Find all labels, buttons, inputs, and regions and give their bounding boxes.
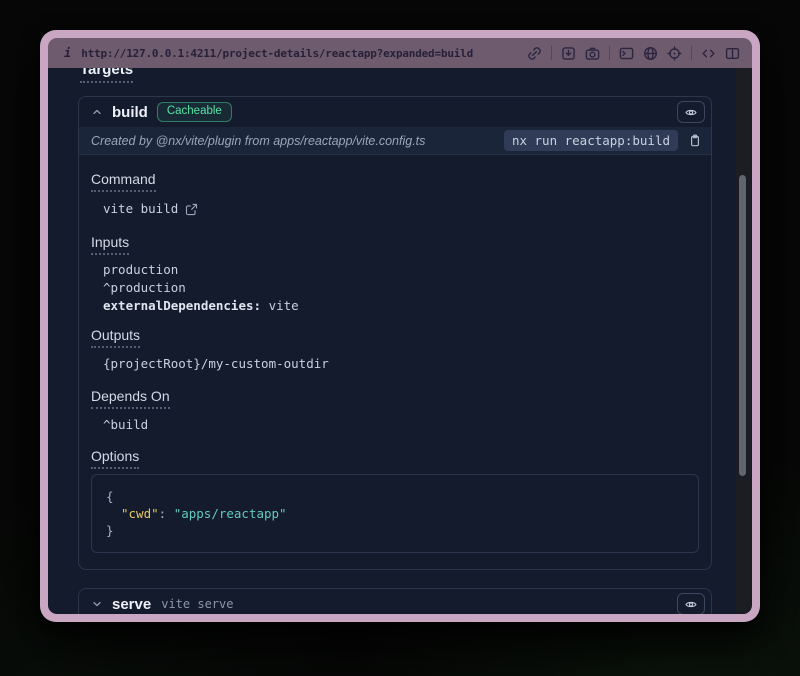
view-in-graph-button[interactable] [677, 593, 705, 614]
eye-icon [684, 598, 698, 611]
json-line: "cwd": "apps/reactapp" [106, 505, 684, 522]
scrollbar-track[interactable] [736, 68, 751, 614]
devtools-terminal-icon[interactable] [619, 46, 634, 61]
toolbar-divider [691, 46, 692, 60]
outputs-heading: Outputs [91, 327, 699, 343]
depends-on-heading: Depends On [91, 388, 699, 404]
code-icon[interactable] [701, 46, 716, 61]
input-item: ^production [91, 279, 699, 297]
chevron-down-icon[interactable] [91, 598, 103, 610]
target-name: build [112, 104, 148, 121]
target-name: serve [112, 596, 151, 613]
command-value: vite build [91, 200, 699, 218]
output-item: {projectRoot}/my-custom-outdir [91, 355, 699, 373]
serve-command-text: vite serve [161, 597, 233, 611]
serve-card-header: serve vite serve [79, 589, 711, 614]
scrollbar-thumb[interactable] [739, 175, 746, 476]
copy-icon[interactable] [686, 133, 704, 148]
build-card-header: build Cacheable [79, 97, 711, 127]
browser-titlebar: i http://127.0.0.1:4211/project-details/… [48, 38, 752, 68]
input-item: production [91, 261, 699, 279]
save-screenshot-icon[interactable] [561, 46, 576, 61]
cacheable-badge: Cacheable [157, 102, 232, 123]
info-icon: i [64, 46, 71, 60]
toolbar-divider [609, 46, 610, 60]
target-card-build: build Cacheable Created by @nx/vite/plug… [78, 96, 712, 570]
globe-icon[interactable] [643, 46, 658, 61]
input-item: externalDependencies: vite [91, 297, 699, 315]
page-title: Targets [80, 68, 133, 78]
run-command-chip: nx run reactapp:build [504, 130, 678, 151]
options-heading: Options [91, 448, 699, 464]
command-heading: Command [91, 171, 699, 187]
inputs-heading: Inputs [91, 234, 699, 250]
browser-window: i http://127.0.0.1:4211/project-details/… [40, 30, 760, 622]
split-view-icon[interactable] [725, 46, 740, 61]
created-by-banner: Created by @nx/vite/plugin from apps/rea… [79, 127, 711, 155]
json-line: { [106, 488, 684, 505]
options-json-block: { "cwd": "apps/reactapp" } [91, 474, 699, 553]
created-by-text: Created by @nx/vite/plugin from apps/rea… [91, 134, 496, 148]
url-input[interactable]: http://127.0.0.1:4211/project-details/re… [81, 47, 517, 60]
page-content: Targets build Cacheable Created by @nx/v… [48, 68, 752, 614]
link-icon[interactable] [527, 46, 542, 61]
toolbar-divider [551, 46, 552, 60]
target-card-serve: serve vite serve [78, 588, 712, 614]
view-in-graph-button[interactable] [677, 101, 705, 123]
json-line: } [106, 522, 684, 539]
inputs-list: production ^production externalDependenc… [91, 261, 699, 315]
depends-on-item: ^build [91, 416, 699, 434]
external-link-icon[interactable] [185, 203, 198, 216]
titlebar-toolbar [527, 46, 740, 61]
inspect-target-icon[interactable] [667, 46, 682, 61]
eye-icon [684, 106, 698, 119]
browser-frame: i http://127.0.0.1:4211/project-details/… [48, 38, 752, 614]
build-card-body: Command vite build Inputs production ^pr… [79, 155, 711, 553]
chevron-up-icon[interactable] [91, 106, 103, 118]
camera-icon[interactable] [585, 46, 600, 61]
